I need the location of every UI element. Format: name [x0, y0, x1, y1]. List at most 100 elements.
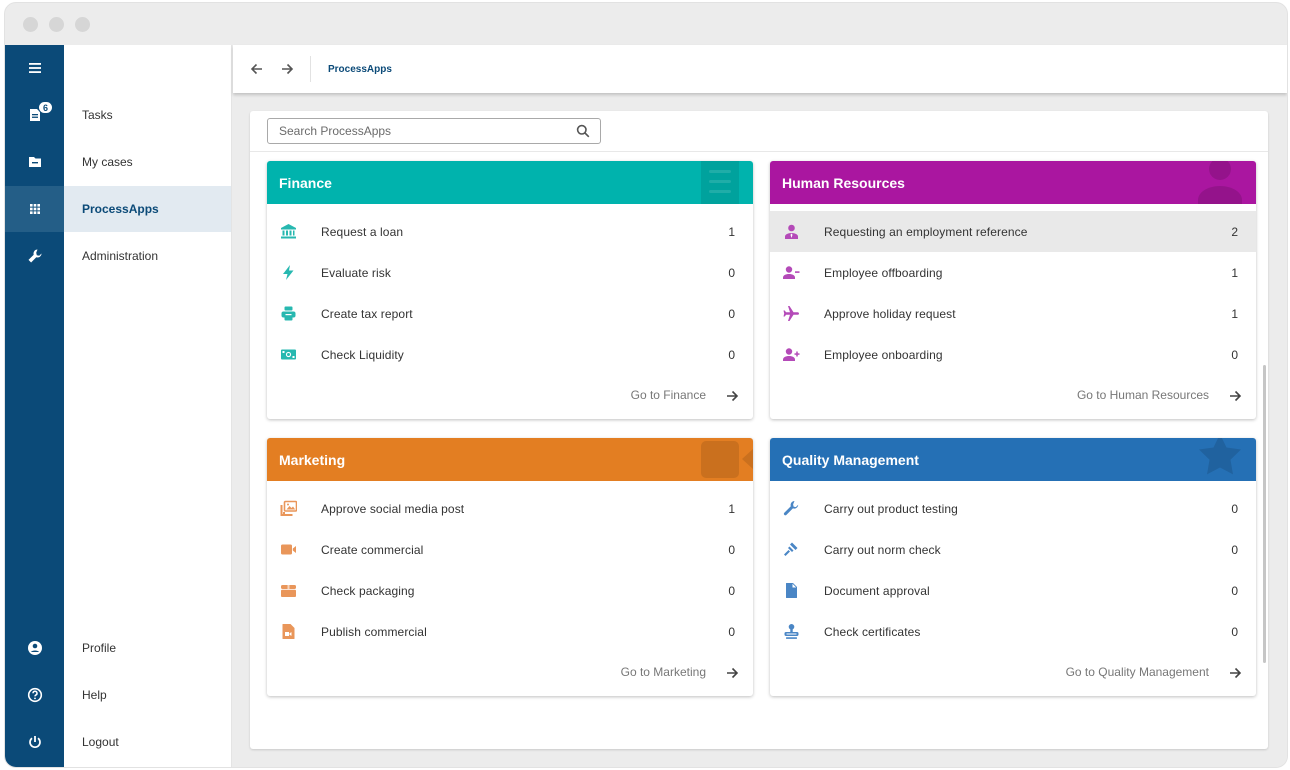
process-row[interactable]: Approve holiday request 1: [770, 293, 1256, 334]
process-row[interactable]: Approve social media post 1: [267, 488, 753, 529]
process-name: Requesting an employment reference: [824, 224, 1028, 239]
rail-processapps-button[interactable]: [5, 186, 64, 232]
nav-item-profile[interactable]: Profile: [64, 625, 231, 671]
card-title: Quality Management: [782, 451, 919, 468]
nav-item-logout[interactable]: Logout: [64, 719, 231, 765]
rail-tasks-button[interactable]: 6: [5, 92, 64, 138]
cash-icon: [280, 346, 297, 363]
nav-item-administration[interactable]: Administration: [64, 233, 231, 279]
menu-toggle-button[interactable]: [5, 45, 64, 91]
topbar-divider: [310, 56, 311, 82]
process-card-human-resources: Human Resources Requesting an employment…: [770, 161, 1256, 419]
window-minimize-button[interactable]: [49, 17, 64, 32]
process-row[interactable]: Check certificates 0: [770, 611, 1256, 652]
process-card-marketing: Marketing Approve social media post 1 Cr…: [267, 438, 753, 696]
apps-grid-icon: [29, 204, 40, 214]
nav-item-tasks[interactable]: Tasks: [64, 92, 231, 138]
image-multiple-icon: [280, 500, 298, 517]
package-icon: [280, 582, 297, 599]
process-count: 0: [1231, 542, 1238, 557]
go-to-category-link[interactable]: Go to Quality Management: [1066, 665, 1209, 679]
process-row[interactable]: Requesting an employment reference 2: [770, 211, 1256, 252]
card-title: Marketing: [279, 451, 346, 468]
process-row[interactable]: Create commercial 0: [267, 529, 753, 570]
process-name: Create commercial: [321, 542, 424, 557]
video-file-icon: [280, 623, 297, 640]
back-button[interactable]: [248, 60, 266, 78]
process-count: 0: [728, 347, 735, 362]
process-name: Document approval: [824, 583, 930, 598]
process-card-quality-management: Quality Management Carry out product tes…: [770, 438, 1256, 696]
process-card-finance: Finance Request a loan 1 Evaluate risk 0…: [267, 161, 753, 419]
vertical-scrollbar[interactable]: [1263, 365, 1266, 663]
card-header[interactable]: Finance: [267, 161, 753, 204]
top-bar: ProcessApps: [233, 45, 1287, 93]
person-add-icon: [783, 346, 800, 363]
process-row[interactable]: Document approval 0: [770, 570, 1256, 611]
process-row[interactable]: Create tax report 0: [267, 293, 753, 334]
nav-item-help[interactable]: Help: [64, 672, 231, 718]
arrow-right-icon[interactable]: [725, 666, 739, 680]
card-footer: Go to Finance: [267, 375, 753, 419]
rail-profile-button[interactable]: [5, 625, 64, 671]
arrow-right-icon[interactable]: [1228, 666, 1242, 680]
lightning-icon: [280, 264, 297, 281]
process-count: 0: [728, 583, 735, 598]
quality-header-deco-icon: [1199, 438, 1241, 475]
card-footer: Go to Quality Management: [770, 652, 1256, 696]
nav-item-processapps[interactable]: ProcessApps: [64, 186, 231, 232]
process-row[interactable]: Request a loan 1: [267, 211, 753, 252]
marketing-header-deco-icon: [701, 441, 753, 478]
power-icon: [28, 736, 41, 749]
process-row[interactable]: Check Liquidity 0: [267, 334, 753, 375]
go-to-category-link[interactable]: Go to Human Resources: [1077, 388, 1209, 402]
process-row[interactable]: Employee onboarding 0: [770, 334, 1256, 375]
app-window: 6 Tasks My cases ProcessApps Administrat…: [4, 2, 1288, 768]
process-name: Create tax report: [321, 306, 413, 321]
arrow-right-icon[interactable]: [725, 389, 739, 403]
process-row[interactable]: Check packaging 0: [267, 570, 753, 611]
card-footer: Go to Human Resources: [770, 375, 1256, 419]
rail-help-button[interactable]: [5, 672, 64, 718]
go-to-category-link[interactable]: Go to Marketing: [621, 665, 706, 679]
printer-icon: [280, 305, 297, 322]
process-count: 0: [728, 624, 735, 639]
arrow-right-icon: [282, 63, 294, 75]
window-titlebar: [5, 3, 1287, 45]
window-maximize-button[interactable]: [75, 17, 90, 32]
process-count: 2: [1231, 224, 1238, 239]
process-name: Check certificates: [824, 624, 921, 639]
search-icon[interactable]: [576, 124, 590, 138]
process-count: 0: [1231, 624, 1238, 639]
process-row[interactable]: Carry out norm check 0: [770, 529, 1256, 570]
rail-administration-button[interactable]: [5, 233, 64, 279]
go-to-category-link[interactable]: Go to Finance: [631, 388, 706, 402]
process-row[interactable]: Carry out product testing 0: [770, 488, 1256, 529]
gavel-icon: [783, 541, 800, 558]
process-name: Request a loan: [321, 224, 404, 239]
process-count: 1: [1231, 306, 1238, 321]
process-row[interactable]: Publish commercial 0: [267, 611, 753, 652]
search-field[interactable]: [267, 118, 601, 144]
arrow-right-icon[interactable]: [1228, 389, 1242, 403]
process-count: 1: [728, 501, 735, 516]
process-row[interactable]: Employee offboarding 1: [770, 252, 1256, 293]
process-name: Approve holiday request: [824, 306, 956, 321]
nav-item-my-cases[interactable]: My cases: [64, 139, 231, 185]
card-header[interactable]: Human Resources: [770, 161, 1256, 204]
rail-logout-button[interactable]: [5, 719, 64, 765]
forward-button[interactable]: [278, 60, 296, 78]
process-name: Carry out norm check: [824, 542, 941, 557]
card-title: Human Resources: [782, 174, 905, 191]
process-row[interactable]: Evaluate risk 0: [267, 252, 753, 293]
window-close-button[interactable]: [23, 17, 38, 32]
content-panel: Finance Request a loan 1 Evaluate risk 0…: [250, 111, 1268, 749]
process-name: Employee onboarding: [824, 347, 943, 362]
video-camera-icon: [280, 541, 297, 558]
card-header[interactable]: Marketing: [267, 438, 753, 481]
rail-my-cases-button[interactable]: [5, 139, 64, 185]
card-header[interactable]: Quality Management: [770, 438, 1256, 481]
search-input[interactable]: [279, 124, 559, 138]
process-name: Check Liquidity: [321, 347, 404, 362]
process-count: 1: [728, 224, 735, 239]
